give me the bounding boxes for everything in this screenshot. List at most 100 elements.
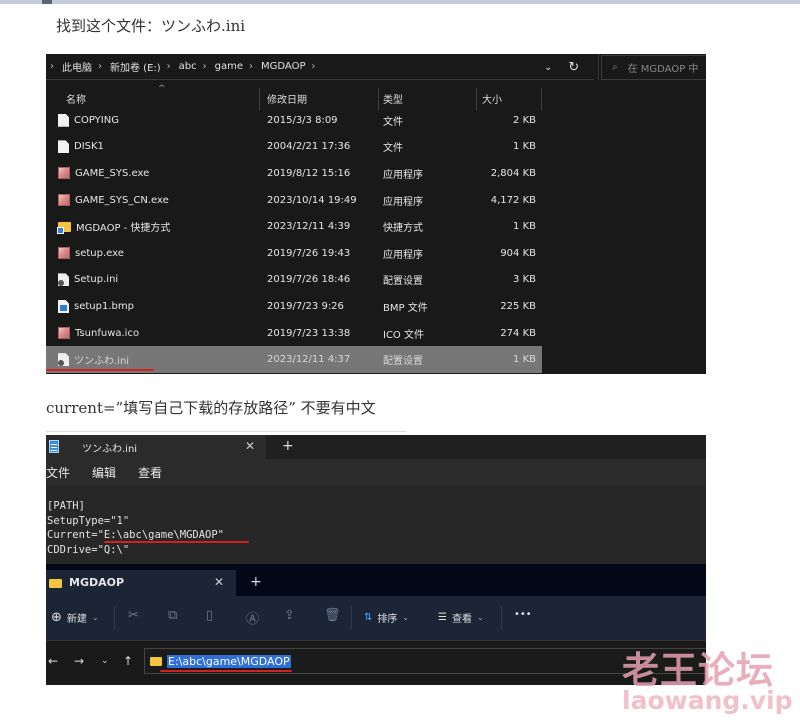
file-type: 应用程序 — [383, 196, 423, 208]
file-date: 2023/12/11 4:37 — [267, 354, 351, 366]
address-bar[interactable]: › 此电脑 › 新加卷 (E:) › abc › game › MGDAOP › — [46, 54, 594, 80]
folder-icon — [49, 579, 62, 588]
address-path[interactable]: E:\abc\game\MGDAOP — [167, 654, 291, 668]
file-size: 3 KB — [513, 274, 536, 286]
chevron-right-icon[interactable]: › — [203, 61, 207, 72]
file-type: 文件 — [383, 143, 403, 155]
search-input[interactable]: ⌕ 在 MGDAOP 中 — [601, 55, 706, 80]
file-size: 1 KB — [513, 354, 536, 366]
close-icon[interactable]: ✕ — [245, 439, 255, 453]
file-size: 225 KB — [500, 300, 536, 312]
file-size: 904 KB — [500, 247, 536, 259]
forward-arrow-icon[interactable]: → — [74, 654, 84, 668]
delete-icon[interactable]: 🗑 — [324, 608, 341, 623]
file-type: 配置设置 — [383, 276, 423, 288]
menu-view[interactable]: 查看 — [138, 464, 162, 481]
view-button[interactable]: ☰ 查看 ⌄ — [438, 610, 484, 625]
tab-title: ツンふわ.ini — [82, 444, 138, 455]
chevron-down-icon[interactable]: ⌄ — [544, 62, 552, 73]
chevron-right-icon[interactable]: › — [167, 61, 171, 72]
app-icon — [58, 167, 70, 180]
file-size: 2 KB — [513, 114, 536, 126]
file-name-cell: COPYING — [58, 113, 119, 127]
breadcrumb-item[interactable]: 新加卷 (E:) — [110, 59, 161, 74]
file-row[interactable]: GAME_SYS_CN.exe 2023/10/14 19:49 应用程序 4,172… — [46, 187, 542, 214]
file-size: 1 KB — [513, 141, 536, 153]
editor-line: CDDrive="Q:\" — [47, 543, 130, 556]
cut-icon[interactable]: ✂ — [128, 608, 139, 623]
divider — [46, 431, 406, 432]
plus-circle-icon: ⊕ — [51, 610, 62, 625]
search-icon: ⌕ — [612, 62, 618, 73]
breadcrumb-item[interactable]: game — [215, 61, 243, 72]
breadcrumb-item[interactable]: abc — [179, 61, 197, 72]
file-name: ツンふわ.ini — [74, 356, 130, 368]
toolbar-separator — [501, 606, 502, 630]
file-row[interactable]: Setup.ini 2019/7/26 18:46 配置设置 3 KB — [46, 267, 542, 294]
settings-file-icon — [58, 353, 69, 367]
toolbar-separator — [114, 606, 115, 630]
file-row[interactable]: Tsunfuwa.ico 2019/7/23 13:38 ICO 文件 274 KB — [46, 320, 542, 347]
share-icon[interactable]: ⇪ — [284, 608, 295, 623]
file-row[interactable]: COPYING 2015/3/3 8:09 文件 2 KB — [46, 107, 542, 134]
new-label: 新建 — [66, 614, 87, 625]
file-size: 1 KB — [513, 221, 536, 233]
chevron-right-icon[interactable]: › — [312, 61, 316, 72]
file-explorer-window-2: MGDAOP ✕ + ⊕ 新建 ⌄ ✂ ⧉ ▯ Ⓐ ⇪ 🗑 ⇅ 排序 ⌄ ☰ 查… — [46, 564, 706, 685]
toolbar-separator — [351, 606, 352, 630]
copy-icon[interactable]: ⧉ — [168, 608, 177, 623]
chevron-down-icon: ⌄ — [402, 613, 410, 622]
search-placeholder: 在 MGDAOP 中 — [627, 64, 699, 75]
file-date: 2015/3/3 8:09 — [267, 114, 338, 126]
menu-file[interactable]: 文件 — [46, 464, 70, 481]
file-type: 快捷方式 — [383, 223, 423, 235]
new-button[interactable]: ⊕ 新建 ⌄ — [51, 610, 99, 625]
explorer-tab[interactable]: MGDAOP ✕ — [46, 570, 236, 596]
file-row[interactable]: MGDAOP - 快捷方式 2023/12/11 4:39 快捷方式 1 KB — [46, 213, 542, 240]
file-row[interactable]: GAME_SYS.exe 2019/8/12 15:16 应用程序 2,804 KB — [46, 160, 542, 187]
editor-line: SetupType="1" — [47, 514, 130, 527]
file-name-cell: setup.exe — [58, 247, 124, 260]
file-size: 2,804 KB — [490, 167, 536, 179]
close-icon[interactable]: ✕ — [214, 575, 224, 589]
sort-button[interactable]: ⇅ 排序 ⌄ — [364, 610, 409, 625]
top-bar — [0, 0, 800, 4]
recent-locations-icon[interactable]: ⌄ — [101, 656, 109, 666]
menu-edit[interactable]: 编辑 — [92, 464, 116, 481]
file-row[interactable]: DISK1 2004/2/21 17:36 文件 1 KB — [46, 134, 542, 161]
file-name-cell: ツンふわ.ini — [58, 352, 129, 367]
step1-caption: 找到这个文件：ツンふわ.ini — [56, 17, 246, 35]
file-name: GAME_SYS_CN.exe — [75, 194, 169, 206]
up-arrow-icon[interactable]: ↑ — [123, 654, 133, 668]
more-options-button[interactable]: ••• — [514, 609, 532, 620]
file-name: Tsunfuwa.ico — [75, 327, 140, 339]
red-underline-annotation — [46, 369, 154, 371]
file-row[interactable]: setup1.bmp 2019/7/23 9:26 BMP 文件 225 KB — [46, 293, 542, 320]
refresh-icon[interactable]: ↻ — [568, 60, 579, 75]
breadcrumb-item[interactable]: 此电脑 — [62, 59, 92, 74]
text-editor[interactable]: [PATH] SetupType="1" Current="E:\abc\gam… — [46, 485, 706, 565]
paste-icon[interactable]: ▯ — [206, 608, 213, 623]
new-tab-icon[interactable]: + — [282, 438, 294, 454]
file-type: 应用程序 — [383, 169, 423, 181]
file-name: GAME_SYS.exe — [75, 167, 150, 179]
file-row[interactable]: setup.exe 2019/7/26 19:43 应用程序 904 KB — [46, 240, 542, 267]
file-type: 配置设置 — [383, 356, 423, 368]
chevron-down-icon: ⌄ — [476, 613, 484, 622]
file-type: BMP 文件 — [383, 302, 428, 314]
back-arrow-icon[interactable]: ← — [48, 654, 58, 668]
notepad-tab[interactable]: ツンふわ.ini ✕ — [46, 435, 266, 459]
view-list-icon: ☰ — [438, 612, 447, 623]
breadcrumb-item[interactable]: MGDAOP — [261, 61, 305, 72]
file-name-cell: GAME_SYS.exe — [58, 167, 150, 180]
file-name-cell: Tsunfuwa.ico — [58, 327, 140, 340]
file-size: 4,172 KB — [490, 194, 536, 206]
chevron-right-icon[interactable]: › — [98, 61, 102, 72]
app-icon — [58, 247, 70, 260]
sort-icon: ⇅ — [364, 612, 373, 623]
file-name: COPYING — [74, 114, 119, 126]
rename-icon[interactable]: Ⓐ — [246, 608, 259, 627]
chevron-right-icon[interactable]: › — [249, 61, 253, 72]
new-tab-icon[interactable]: + — [250, 574, 262, 590]
divider — [598, 54, 599, 80]
